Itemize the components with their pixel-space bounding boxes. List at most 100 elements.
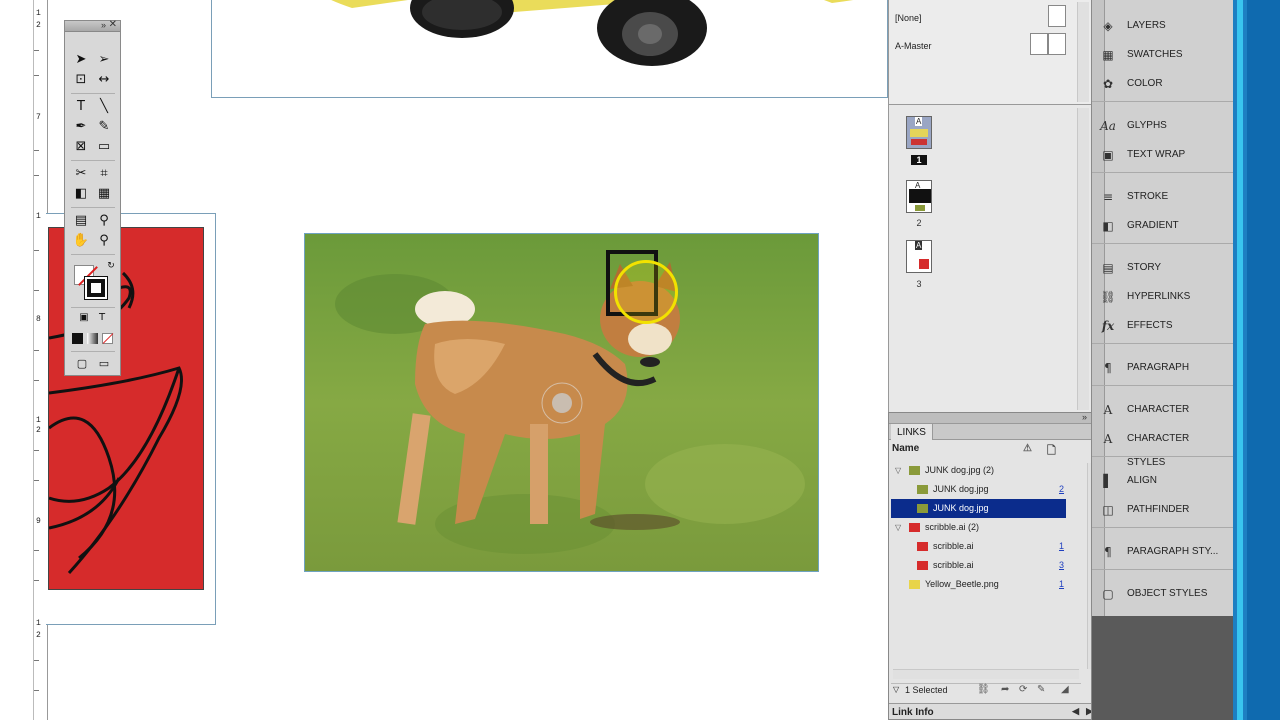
character-panel-button[interactable]: A CHARACTER — [1096, 398, 1230, 422]
zoom-tool-icon[interactable]: ⚲ — [94, 232, 114, 250]
link-info-header[interactable]: Link Info ◀ ▶ — [889, 703, 1101, 719]
story-panel-button[interactable]: ▤ STORY — [1096, 256, 1230, 280]
hyperlinks-panel-button[interactable]: ⛓ HYPERLINKS — [1096, 285, 1230, 309]
panel-dock[interactable]: ◈ LAYERS ▦ SWATCHES ✿ COLOR Aa GLYPHS ▣ … — [1091, 0, 1234, 720]
junk-dog-image-frame[interactable] — [304, 233, 819, 572]
a-master-left-thumbnail[interactable] — [1030, 33, 1048, 55]
gradient-feather-tool-icon[interactable]: ▦ — [94, 185, 114, 203]
line-tool-icon[interactable]: ╲ — [94, 98, 114, 116]
gap-tool-icon[interactable]: ↔ — [94, 71, 114, 89]
glyphs-panel-button[interactable]: Aa GLYPHS — [1096, 114, 1230, 138]
cursor-highlight — [614, 260, 678, 324]
tools-panel-header[interactable]: » ✕ — [65, 19, 120, 32]
direct-selection-tool-icon[interactable]: ➢ — [94, 51, 114, 69]
pathfinder-panel-button[interactable]: ◫ PATHFINDER — [1096, 498, 1230, 522]
tab-links[interactable]: LINKS — [891, 424, 933, 440]
go-to-link-icon[interactable]: ➦ — [1001, 684, 1009, 695]
gradient-swatch-tool-icon[interactable]: ◧ — [71, 185, 91, 203]
apply-none-icon[interactable] — [102, 333, 114, 344]
a-master-right-thumbnail[interactable] — [1048, 33, 1066, 55]
name-column-label[interactable]: Name — [892, 443, 919, 454]
page-1-thumbnail[interactable]: A — [906, 116, 932, 149]
formatting-text-icon[interactable]: T — [92, 309, 112, 327]
character-styles-panel-button[interactable]: A CHARACTER STYLES — [1096, 427, 1230, 468]
swap-fill-stroke-icon[interactable]: ↻ — [101, 257, 121, 275]
document-canvas[interactable]: 1 2 7 1 8 1 2 9 1 2 — [0, 0, 888, 720]
list-item[interactable]: scribble.ai 3 — [891, 556, 1066, 575]
hand-tool-icon[interactable]: ✋ — [71, 232, 91, 250]
rectangle-frame-tool-icon[interactable]: ⊠ — [71, 138, 91, 156]
scissors-tool-icon[interactable]: ✂ — [71, 165, 91, 183]
apply-color-icon[interactable] — [72, 333, 83, 344]
masters-area[interactable]: [None] A-Master — [889, 0, 1091, 105]
yellow-beetle-image[interactable] — [312, 0, 888, 68]
stroke-swatch[interactable] — [84, 276, 108, 300]
master-none-label[interactable]: [None] — [895, 13, 922, 23]
master-none-thumbnail[interactable] — [1048, 5, 1066, 27]
link-page-number[interactable]: 2 — [1059, 480, 1064, 499]
stroke-panel-button[interactable]: ≡ STROKE — [1096, 185, 1230, 209]
link-page-number[interactable]: 1 — [1059, 575, 1064, 594]
eyedropper-tool-icon[interactable]: ⚲ — [94, 212, 114, 230]
layers-panel-button[interactable]: ◈ LAYERS — [1096, 14, 1230, 38]
type-tool-icon[interactable]: T — [71, 98, 91, 116]
object-styles-panel-button[interactable]: ▢ OBJECT STYLES — [1096, 582, 1230, 606]
apply-gradient-icon[interactable] — [87, 333, 98, 344]
normal-view-icon[interactable]: ▢ — [72, 355, 92, 373]
free-transform-tool-icon[interactable]: ⌗ — [94, 165, 114, 183]
effects-panel-button[interactable]: fx EFFECTS — [1096, 314, 1230, 338]
update-link-icon[interactable]: ⟳ — [1019, 684, 1027, 695]
links-column-header[interactable]: Name ⚠ 🗋 — [891, 443, 1081, 459]
a-master-label[interactable]: A-Master — [895, 41, 932, 51]
pen-tool-icon[interactable]: ✒ — [71, 118, 91, 136]
show-link-info-icon[interactable]: ▽ — [893, 685, 899, 694]
gradient-panel-button[interactable]: ◧ GRADIENT — [1096, 214, 1230, 238]
edit-original-icon[interactable]: ✎ — [1037, 684, 1045, 695]
masters-scrollbar[interactable] — [1077, 2, 1089, 102]
status-column-icon[interactable]: ⚠ — [1023, 443, 1032, 454]
selection-tool-icon[interactable]: ➤ — [71, 51, 91, 69]
page-tool-icon[interactable]: ⊡ — [71, 71, 91, 89]
rectangle-tool-icon[interactable]: ▭ — [94, 138, 114, 156]
formatting-container-icon[interactable]: ▣ — [74, 309, 94, 327]
list-item[interactable]: Yellow_Beetle.png 1 — [891, 575, 1066, 594]
close-icon[interactable]: ✕ — [109, 19, 117, 30]
relink-icon[interactable]: ⛓ — [977, 684, 990, 695]
collapse-icon[interactable]: » — [1082, 412, 1087, 422]
page-2-number[interactable]: 2 — [911, 218, 927, 228]
collapse-icon[interactable]: » — [101, 20, 106, 30]
pages-scrollbar[interactable] — [1077, 108, 1089, 410]
links-horizontal-scrollbar[interactable] — [893, 669, 1079, 679]
resize-grip-icon[interactable]: ◢ — [1061, 684, 1069, 695]
color-panel-button[interactable]: ✿ COLOR — [1096, 72, 1230, 96]
list-item[interactable]: ▽ JUNK dog.jpg (2) — [891, 461, 1066, 480]
list-item[interactable]: ▽ scribble.ai (2) — [891, 518, 1066, 537]
list-item[interactable]: JUNK dog.jpg — [891, 499, 1066, 518]
note-tool-icon[interactable]: ▤ — [71, 212, 91, 230]
list-item[interactable]: JUNK dog.jpg 2 — [891, 480, 1066, 499]
pages-panel[interactable]: [None] A-Master A 1 A 2 A 3 — [888, 0, 1091, 412]
links-panel[interactable]: » ✕ LINKS ≡ Name ⚠ 🗋 ▽ JUNK dog.jpg (2) … — [888, 411, 1102, 720]
page-1-number[interactable]: 1 — [911, 155, 927, 165]
swatches-panel-button[interactable]: ▦ SWATCHES — [1096, 43, 1230, 67]
text-wrap-panel-button[interactable]: ▣ TEXT WRAP — [1096, 143, 1230, 167]
expand-triangle-icon[interactable]: ▽ — [895, 518, 901, 537]
tools-panel[interactable]: » ✕ ➤ ➢ ⊡ ↔ T ╲ ✒ ✎ ⊠ ▭ ✂ ⌗ ◧ ▦ ▤ ⚲ ✋ ⚲ … — [64, 19, 121, 376]
expand-triangle-icon[interactable]: ▽ — [895, 461, 901, 480]
link-page-number[interactable]: 1 — [1059, 537, 1064, 556]
page-3-number[interactable]: 3 — [911, 279, 927, 289]
pencil-tool-icon[interactable]: ✎ — [94, 118, 114, 136]
paragraph-styles-panel-button[interactable]: ¶ PARAGRAPH STY... — [1096, 540, 1230, 564]
page-3-thumbnail[interactable]: A — [906, 240, 932, 273]
page-2-thumbnail[interactable]: A — [906, 180, 932, 213]
text-wrap-icon: ▣ — [1102, 148, 1114, 162]
paragraph-panel-button[interactable]: ¶ PARAGRAPH — [1096, 356, 1230, 380]
page-column-icon[interactable]: 🗋 — [1047, 442, 1056, 461]
preview-mode-icon[interactable]: ▭ — [94, 355, 114, 373]
align-panel-button[interactable]: ▌ ALIGN — [1096, 469, 1230, 493]
previous-link-icon[interactable]: ◀ — [1072, 706, 1079, 717]
page-1-spread[interactable] — [211, 0, 888, 98]
links-panel-titlebar[interactable]: » ✕ — [889, 411, 1101, 424]
list-item[interactable]: scribble.ai 1 — [891, 537, 1066, 556]
link-page-number[interactable]: 3 — [1059, 556, 1064, 575]
